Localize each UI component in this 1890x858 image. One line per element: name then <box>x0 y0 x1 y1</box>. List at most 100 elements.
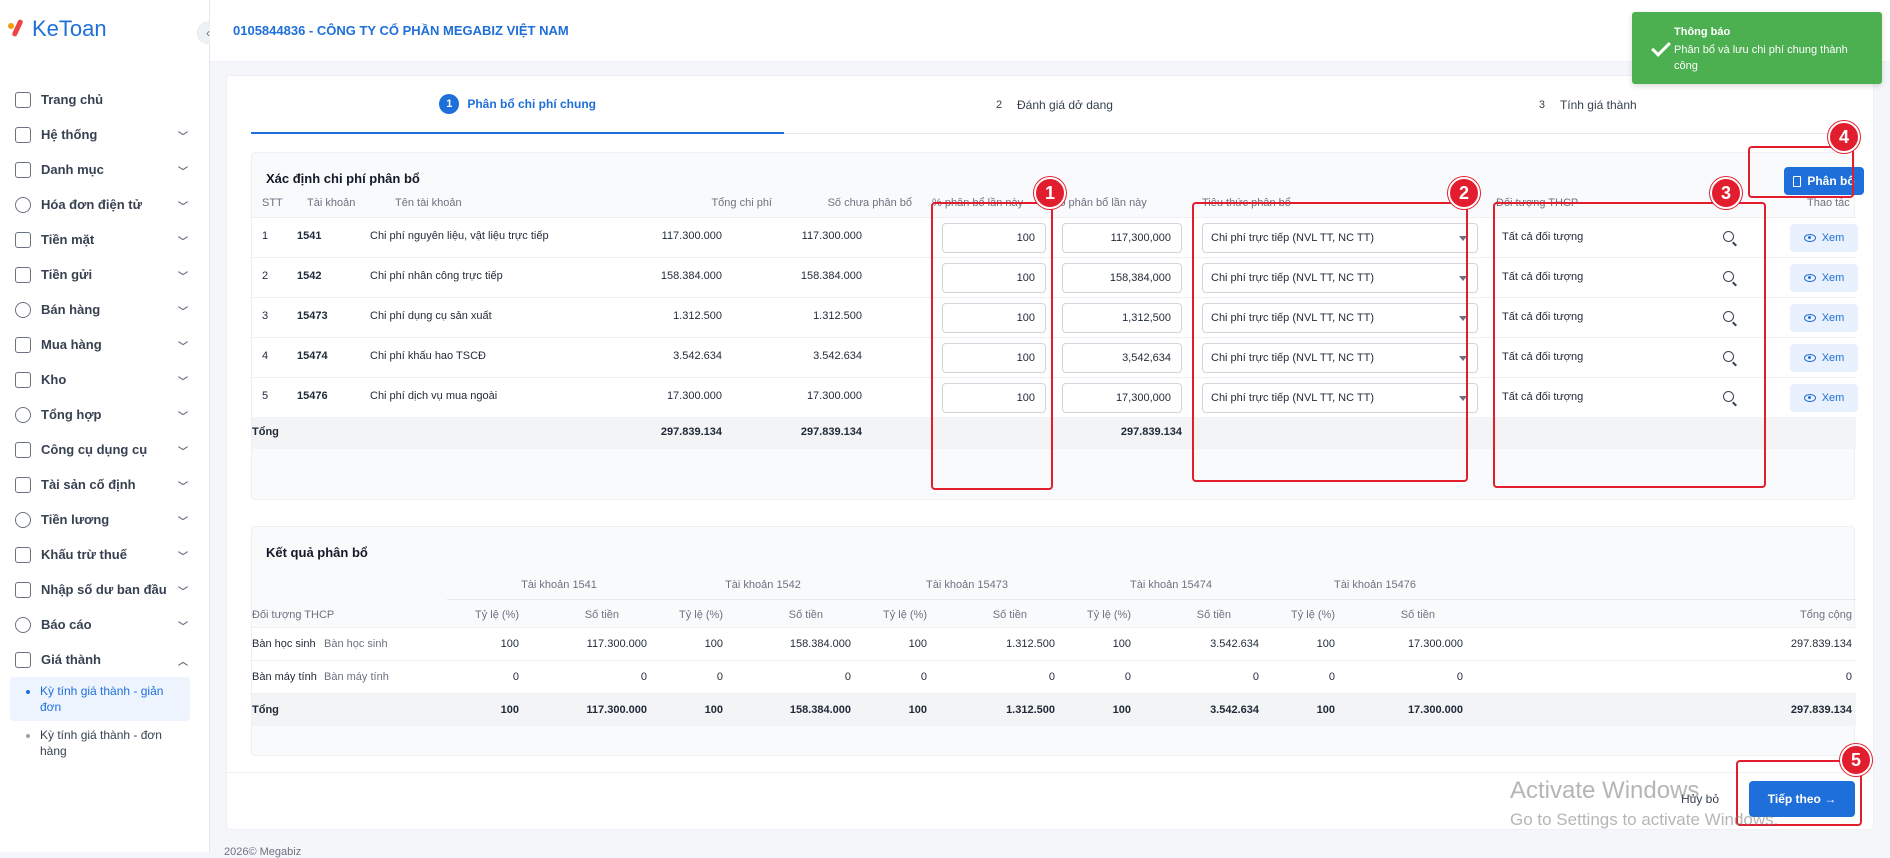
criteria-select[interactable]: Chi phí trực tiếp (NVL TT, NC TT) <box>1202 383 1478 413</box>
allocated-amount-input[interactable]: 17,300,000 <box>1062 383 1182 413</box>
sidebar-item-2[interactable]: Danh mục ﹀ <box>10 152 190 187</box>
view-button[interactable]: Xem <box>1790 384 1858 412</box>
sidebar-item-7[interactable]: Mua hàng ﹀ <box>10 327 190 362</box>
cost-object-field[interactable]: Tất cả đối tượng <box>1492 343 1742 373</box>
grid-icon <box>15 161 31 178</box>
cost-object-field[interactable]: Tất cả đối tượng <box>1492 263 1742 293</box>
warehouse-icon <box>15 371 31 388</box>
sidebar-item-8[interactable]: Kho ﹀ <box>10 362 190 397</box>
sidebar: KeToan ‹ Trang chủ Hệ thống ﹀ Danh mục ﹀ Hóa … <box>0 0 219 852</box>
cost-object-field[interactable]: Tất cả đối tượng <box>1492 383 1742 413</box>
percent-input[interactable]: 100 <box>942 303 1046 333</box>
percent-input[interactable]: 100 <box>942 223 1046 253</box>
search-icon[interactable] <box>1723 391 1734 402</box>
cost-object-field[interactable]: Tất cả đối tượng <box>1492 303 1742 333</box>
search-icon[interactable] <box>1723 311 1734 322</box>
criteria-select[interactable]: Chi phí trực tiếp (NVL TT, NC TT) <box>1202 263 1478 293</box>
sidebar-item-5[interactable]: Tiền gửi ﹀ <box>10 257 190 292</box>
sidebar-item-11[interactable]: Tài sản cố định ﹀ <box>10 467 190 502</box>
total-unallocated-sum: 297.839.134 <box>800 426 862 438</box>
row-total-cost: 17.300.000 <box>666 390 722 402</box>
activation-watermark-subtitle: Go to Settings to activate Windows. <box>1510 810 1779 829</box>
allocated-amount-input[interactable]: 1,312,500 <box>1062 303 1182 333</box>
view-button[interactable]: Xem <box>1790 224 1858 252</box>
sidebar-item-label: Kho <box>41 372 67 387</box>
home-icon <box>15 91 31 108</box>
criteria-select-value: Chi phí trực tiếp (NVL TT, NC TT) <box>1211 392 1375 404</box>
result-rate: 0 <box>716 671 723 683</box>
sidebar-subitem-0[interactable]: Kỳ tính giá thành - giản đơn <box>10 677 190 721</box>
search-icon[interactable] <box>1723 271 1734 282</box>
sidebar-item-4[interactable]: Tiền mặt ﹀ <box>10 222 190 257</box>
allocation-total-row: Tổng 297.839.134 297.839.134 297.839.134 <box>252 417 1856 449</box>
criteria-select-value: Chi phí trực tiếp (NVL TT, NC TT) <box>1211 272 1375 284</box>
step-tab-3[interactable]: 3 Tính giá thành <box>1317 76 1851 134</box>
result-rate: 0 <box>512 671 519 683</box>
invoice-icon <box>15 196 31 213</box>
search-icon[interactable] <box>1723 351 1734 362</box>
result-object-code: Bàn máy tính <box>252 671 317 683</box>
chevron-down-icon: ﹀ <box>178 167 188 178</box>
step-tab-1[interactable]: 1 Phân bổ chi phí chung <box>251 76 785 134</box>
result-header-rate: Tỷ lệ (%) <box>1291 609 1335 621</box>
sidebar-item-12[interactable]: Tiền lương ﹀ <box>10 502 190 537</box>
annotation-badge-4: 4 <box>1828 121 1860 153</box>
sidebar-item-9[interactable]: Tổng hợp ﹀ <box>10 397 190 432</box>
sidebar-item-13[interactable]: Khấu trừ thuế ﹀ <box>10 537 190 572</box>
header-percent: % phân bổ lần này <box>932 197 1024 209</box>
sidebar-item-1[interactable]: Hệ thống ﹀ <box>10 117 190 152</box>
view-button[interactable]: Xem <box>1790 264 1858 292</box>
allocated-amount-input[interactable]: 117,300,000 <box>1062 223 1182 253</box>
cost-object-value: Tất cả đối tượng <box>1502 271 1584 283</box>
allocation-title: Xác định chi phí phân bổ <box>266 171 420 186</box>
criteria-select[interactable]: Chi phí trực tiếp (NVL TT, NC TT) <box>1202 343 1478 373</box>
allocated-amount-input[interactable]: 3,542,634 <box>1062 343 1182 373</box>
sidebar-item-15[interactable]: Báo cáo ﹀ <box>10 607 190 642</box>
sidebar-item-3[interactable]: Hóa đơn điện tử ﹀ <box>10 187 190 222</box>
result-grand-total: 297.839.134 <box>1790 638 1852 650</box>
sidebar-item-16[interactable]: Giá thành ︿ <box>10 642 190 677</box>
sidebar-item-14[interactable]: Nhập số dư ban đầu ﹀ <box>10 572 190 607</box>
sidebar-item-label: Tài sản cố định <box>41 477 136 492</box>
chevron-down-icon: ﹀ <box>178 342 188 353</box>
step-tab-2[interactable]: 2 Đánh giá dở dang <box>784 76 1318 134</box>
allocated-amount-input[interactable]: 158,384,000 <box>1062 263 1182 293</box>
row-account-name: Chi phí khấu hao TSCĐ <box>370 350 486 362</box>
chevron-up-icon: ︿ <box>178 657 188 668</box>
view-button[interactable]: Xem <box>1790 344 1858 372</box>
result-amount: 0 <box>844 671 851 683</box>
cost-object-field[interactable]: Tất cả đối tượng <box>1492 223 1742 253</box>
result-row: Bàn máy tính Bàn máy tính 0 0 0 0 0 0 0 0 0 0 0 <box>252 660 1856 693</box>
chevron-down-icon: ﹀ <box>178 377 188 388</box>
result-header-amount: Số tiền <box>1196 609 1231 621</box>
row-unallocated: 158.384.000 <box>800 270 862 282</box>
sidebar-item-6[interactable]: Bán hàng ﹀ <box>10 292 190 327</box>
search-icon[interactable] <box>1723 231 1734 242</box>
result-rate: 0 <box>1124 671 1131 683</box>
sidebar-subitem-1[interactable]: Kỳ tính giá thành - đơn hàng <box>10 721 190 765</box>
row-total-cost: 3.542.634 <box>673 350 722 362</box>
result-amount: 0 <box>1252 671 1259 683</box>
annotation-badge-1: 1 <box>1034 177 1066 209</box>
success-toast[interactable]: Thông báo Phân bổ và lưu chi phí chung t… <box>1632 12 1882 84</box>
allocate-button[interactable]: Phân bổ <box>1784 167 1864 195</box>
app-logo[interactable]: KeToan <box>8 16 107 42</box>
percent-input[interactable]: 100 <box>942 383 1046 413</box>
step-label: Tính giá thành <box>1559 97 1637 112</box>
result-amount: 158.384.000 <box>789 704 851 716</box>
percent-input[interactable]: 100 <box>942 263 1046 293</box>
sidebar-item-0[interactable]: Trang chủ <box>10 82 190 117</box>
criteria-select[interactable]: Chi phí trực tiếp (NVL TT, NC TT) <box>1202 303 1478 333</box>
result-rate: 100 <box>1112 638 1131 650</box>
sidebar-item-label: Danh mục <box>41 162 104 177</box>
price-icon <box>15 651 31 668</box>
view-button[interactable]: Xem <box>1790 304 1858 332</box>
percent-input[interactable]: 100 <box>942 343 1046 373</box>
row-account-name: Chi phí dụng cụ sản xuất <box>370 310 492 322</box>
row-unallocated: 1.312.500 <box>813 310 862 322</box>
criteria-select[interactable]: Chi phí trực tiếp (NVL TT, NC TT) <box>1202 223 1478 253</box>
row-unallocated: 3.542.634 <box>813 350 862 362</box>
sidebar-item-10[interactable]: Công cụ dụng cụ ﹀ <box>10 432 190 467</box>
result-rate: 100 <box>704 704 723 716</box>
sidebar-item-label: Hệ thống <box>41 127 98 142</box>
